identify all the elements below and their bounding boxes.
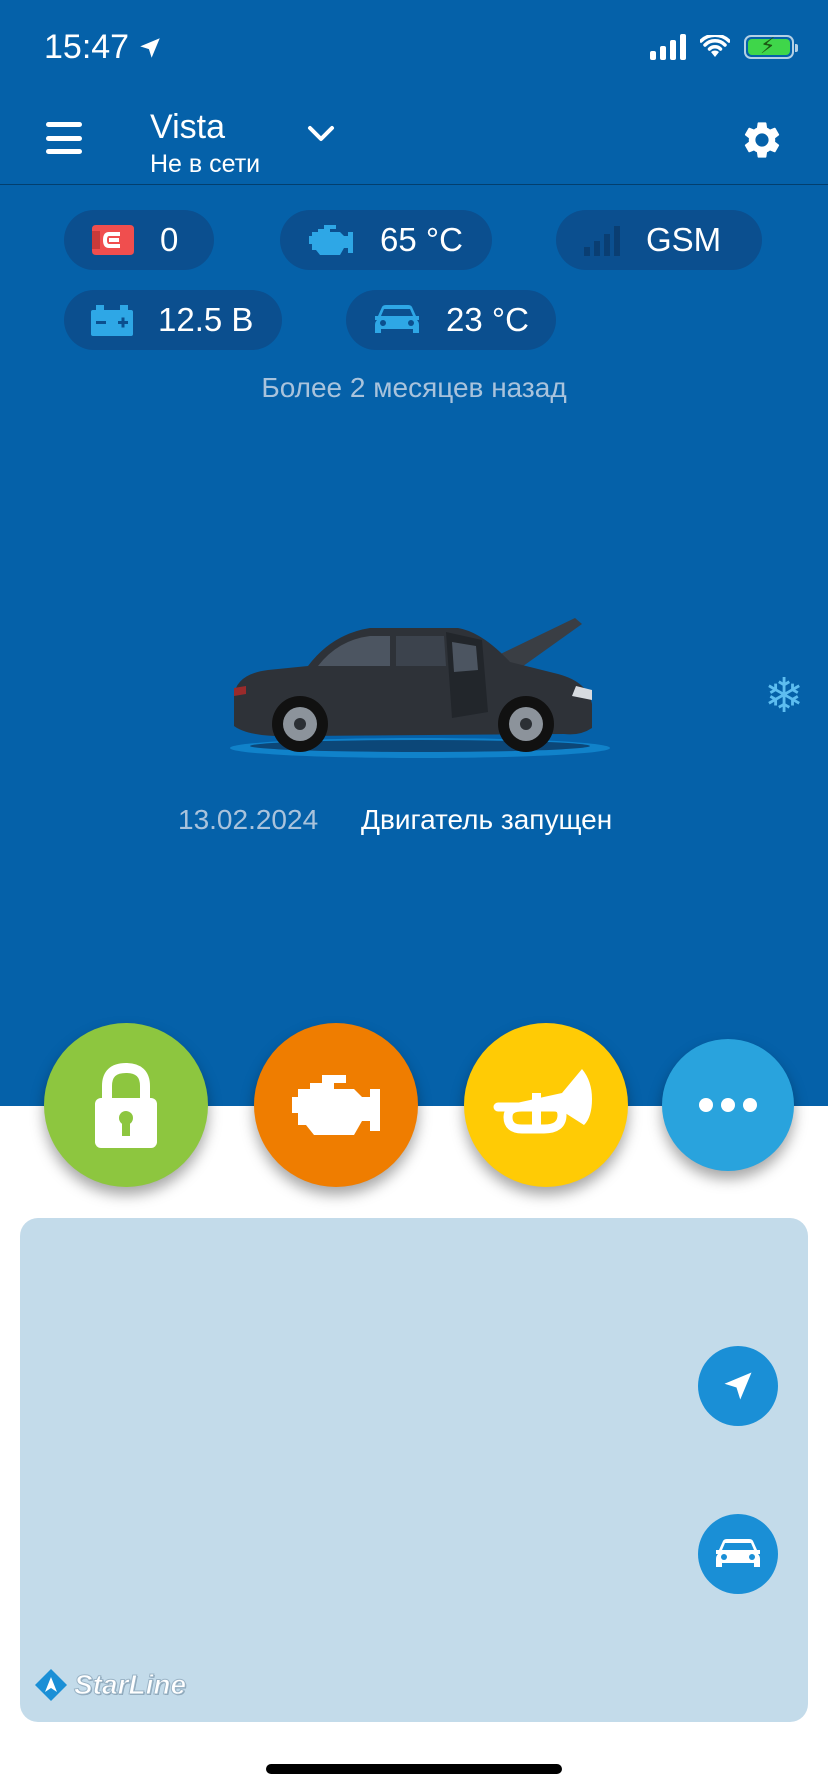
car-battery-icon — [91, 305, 133, 336]
my-location-button[interactable] — [698, 1346, 778, 1426]
navigation-icon — [724, 1372, 752, 1400]
gsm-label: GSM — [646, 221, 722, 258]
event-text: Двигатель запущен — [361, 804, 613, 835]
battery-voltage-chip[interactable]: 12.5 В — [64, 290, 282, 350]
lock-button[interactable] — [44, 1023, 208, 1187]
car-location-button[interactable] — [698, 1514, 778, 1594]
alarm-icon — [92, 225, 134, 255]
engine-start-button[interactable] — [254, 1023, 418, 1187]
vehicle-status: Не в сети — [150, 150, 261, 178]
car-icon — [375, 305, 419, 333]
alarm-chip[interactable]: 0 — [64, 210, 214, 270]
event-date: 13.02.2024 — [178, 804, 319, 835]
battery-icon: ⚡ — [744, 33, 798, 59]
app-header: Vista Не в сети — [0, 100, 828, 185]
status-icons: ⚡ — [650, 33, 798, 60]
logo-text: StarLine — [73, 1669, 187, 1701]
wifi-icon — [700, 35, 730, 57]
gear-icon[interactable] — [740, 118, 784, 162]
starline-logo-icon — [35, 1669, 67, 1701]
hamburger-icon[interactable] — [46, 122, 82, 154]
gsm-signal-icon — [584, 226, 620, 256]
top-panel: 15:47 ⚡ Vista Не в сети 0 65 °C GSM 12.5… — [0, 0, 828, 1106]
engine-temp-chip[interactable]: 65 °C — [280, 210, 492, 270]
battery-voltage-value: 12.5 В — [158, 301, 254, 338]
cabin-temp-chip[interactable]: 23 °C — [346, 290, 556, 350]
car-image — [220, 612, 620, 765]
lock-icon — [95, 1062, 157, 1148]
horn-button[interactable] — [464, 1023, 628, 1187]
more-icon — [699, 1098, 757, 1112]
engine-temp-value: 65 °C — [380, 221, 463, 258]
alarm-value: 0 — [160, 221, 179, 258]
vehicle-name[interactable]: Vista — [150, 108, 225, 147]
time-label: 15:47 — [44, 28, 130, 66]
map-view[interactable] — [20, 1218, 808, 1722]
home-indicator[interactable] — [266, 1764, 562, 1774]
snowflake-icon: ❄ — [764, 670, 805, 723]
horn-icon — [493, 1069, 592, 1134]
car-locate-icon — [716, 1539, 760, 1567]
status-time: 15:47 — [44, 28, 163, 67]
cabin-temp-value: 23 °C — [446, 301, 529, 338]
chevron-down-icon[interactable] — [306, 124, 336, 144]
starline-logo: StarLine — [34, 1668, 187, 1702]
signal-icon — [650, 34, 686, 60]
gsm-chip[interactable]: GSM — [556, 210, 762, 270]
engine-icon — [309, 225, 353, 255]
more-button[interactable] — [662, 1039, 794, 1171]
location-arrow-icon — [140, 37, 160, 58]
last-update-label: Более 2 месяцев назад — [261, 372, 567, 403]
engine-icon — [292, 1075, 380, 1135]
